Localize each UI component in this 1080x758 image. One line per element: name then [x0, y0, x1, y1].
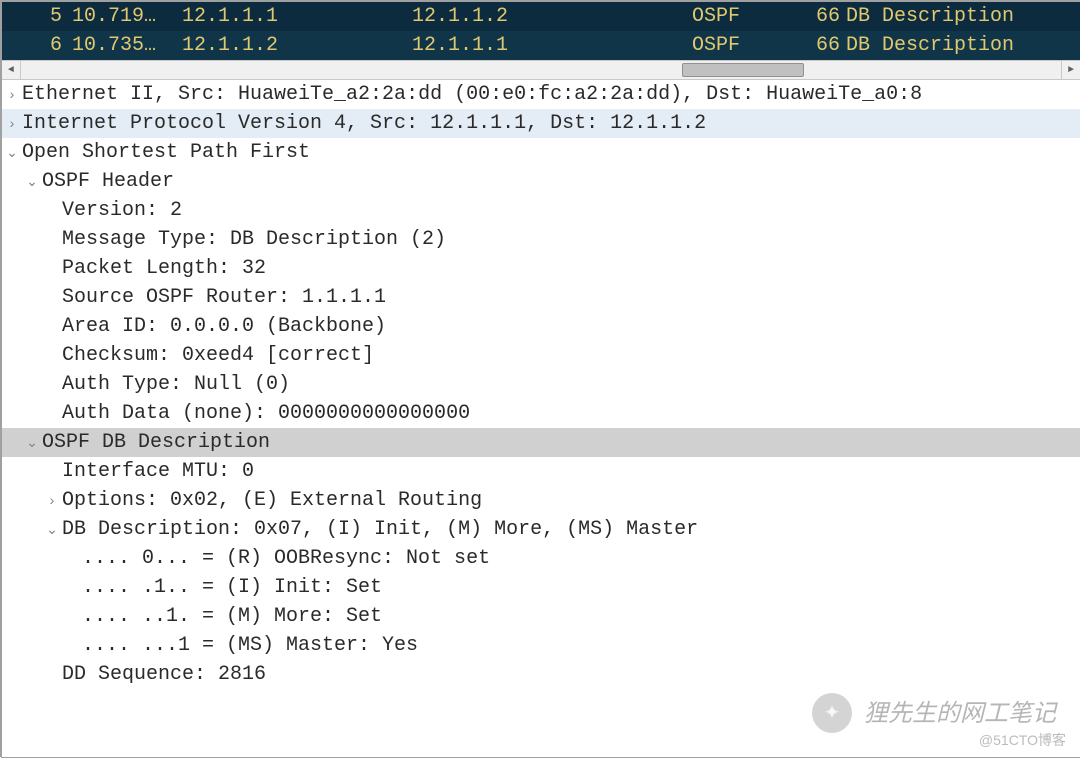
tree-row-ospf[interactable]: ⌄Open Shortest Path First — [2, 138, 1080, 167]
chevron-down-icon[interactable]: ⌄ — [2, 138, 22, 167]
tree-label: Ethernet II, Src: HuaweiTe_a2:2a:dd (00:… — [22, 80, 922, 109]
tree-label: Auth Type: Null (0) — [62, 370, 290, 399]
chevron-right-icon[interactable]: › — [2, 109, 22, 138]
tree-row-srcrouter[interactable]: Source OSPF Router: 1.1.1.1 — [2, 283, 1080, 312]
tree-row-bit-i[interactable]: .... .1.. = (I) Init: Set — [2, 573, 1080, 602]
tree-label: Version: 2 — [62, 196, 182, 225]
col-length: 66 — [796, 2, 846, 31]
tree-row-ospf-dbd[interactable]: ⌄OSPF DB Description — [2, 428, 1080, 457]
scroll-left-icon[interactable]: ◄ — [2, 61, 21, 79]
tree-row-msgtype[interactable]: Message Type: DB Description (2) — [2, 225, 1080, 254]
tree-label: OSPF Header — [42, 167, 174, 196]
packet-row[interactable]: 5 10.719… 12.1.1.1 12.1.1.2 OSPF 66 DB D… — [2, 2, 1080, 31]
tree-label: Message Type: DB Description (2) — [62, 225, 446, 254]
scrollbar-thumb[interactable] — [682, 63, 804, 77]
col-info: DB Description — [846, 2, 1066, 31]
tree-label: DB Description: 0x07, (I) Init, (M) More… — [62, 515, 698, 544]
col-dest: 12.1.1.2 — [412, 2, 692, 31]
tree-row-version[interactable]: Version: 2 — [2, 196, 1080, 225]
tree-row-bit-r[interactable]: .... 0... = (R) OOBResync: Not set — [2, 544, 1080, 573]
tree-row-ethernet[interactable]: ›Ethernet II, Src: HuaweiTe_a2:2a:dd (00… — [2, 80, 1080, 109]
col-source: 12.1.1.1 — [182, 2, 412, 31]
tree-row-ddseq[interactable]: DD Sequence: 2816 — [2, 660, 1080, 689]
wechat-icon: ✦ — [812, 693, 852, 733]
chevron-down-icon[interactable]: ⌄ — [22, 428, 42, 457]
tree-label: Interface MTU: 0 — [62, 457, 254, 486]
scroll-right-icon[interactable]: ► — [1061, 61, 1080, 79]
tree-row-bit-m[interactable]: .... ..1. = (M) More: Set — [2, 602, 1080, 631]
col-proto: OSPF — [692, 31, 796, 60]
tree-label: Source OSPF Router: 1.1.1.1 — [62, 283, 386, 312]
col-no: 5 — [16, 2, 72, 31]
chevron-right-icon[interactable]: › — [42, 486, 62, 515]
tree-label: Options: 0x02, (E) External Routing — [62, 486, 482, 515]
tree-label: Auth Data (none): 0000000000000000 — [62, 399, 470, 428]
tree-row-dbdesc[interactable]: ⌄DB Description: 0x07, (I) Init, (M) Mor… — [2, 515, 1080, 544]
col-time: 10.735… — [72, 31, 182, 60]
tree-label: Internet Protocol Version 4, Src: 12.1.1… — [22, 109, 706, 138]
tree-label: Open Shortest Path First — [22, 138, 310, 167]
tree-row-area[interactable]: Area ID: 0.0.0.0 (Backbone) — [2, 312, 1080, 341]
packet-list: 5 10.719… 12.1.1.1 12.1.1.2 OSPF 66 DB D… — [2, 2, 1080, 60]
tree-row-authtype[interactable]: Auth Type: Null (0) — [2, 370, 1080, 399]
tree-row-mtu[interactable]: Interface MTU: 0 — [2, 457, 1080, 486]
tree-row-pktlen[interactable]: Packet Length: 32 — [2, 254, 1080, 283]
credit-text: @51CTO博客 — [979, 726, 1066, 755]
col-time: 10.719… — [72, 2, 182, 31]
tree-label: Checksum: 0xeed4 [correct] — [62, 341, 374, 370]
tree-label: Area ID: 0.0.0.0 (Backbone) — [62, 312, 386, 341]
chevron-down-icon[interactable]: ⌄ — [22, 167, 42, 196]
col-source: 12.1.1.2 — [182, 31, 412, 60]
tree-row-bit-ms[interactable]: .... ...1 = (MS) Master: Yes — [2, 631, 1080, 660]
col-proto: OSPF — [692, 2, 796, 31]
tree-row-options[interactable]: ›Options: 0x02, (E) External Routing — [2, 486, 1080, 515]
tree-label: DD Sequence: 2816 — [62, 660, 266, 689]
tree-label: .... .1.. = (I) Init: Set — [82, 573, 382, 602]
chevron-down-icon[interactable]: ⌄ — [42, 515, 62, 544]
horizontal-scrollbar[interactable]: ◄ ► — [2, 60, 1080, 80]
col-length: 66 — [796, 31, 846, 60]
packet-row[interactable]: 6 10.735… 12.1.1.2 12.1.1.1 OSPF 66 DB D… — [2, 31, 1080, 60]
tree-label: OSPF DB Description — [42, 428, 270, 457]
tree-row-checksum[interactable]: Checksum: 0xeed4 [correct] — [2, 341, 1080, 370]
tree-row-authdata[interactable]: Auth Data (none): 0000000000000000 — [2, 399, 1080, 428]
tree-label: Packet Length: 32 — [62, 254, 266, 283]
tree-label: .... 0... = (R) OOBResync: Not set — [82, 544, 490, 573]
tree-row-ip[interactable]: ›Internet Protocol Version 4, Src: 12.1.… — [2, 109, 1080, 138]
tree-label: .... ..1. = (M) More: Set — [82, 602, 382, 631]
packet-detail-pane: ›Ethernet II, Src: HuaweiTe_a2:2a:dd (00… — [2, 80, 1080, 689]
tree-label: .... ...1 = (MS) Master: Yes — [82, 631, 418, 660]
tree-row-ospf-header[interactable]: ⌄OSPF Header — [2, 167, 1080, 196]
col-no: 6 — [16, 31, 72, 60]
col-info: DB Description — [846, 31, 1066, 60]
watermark-text: 狸先生的网工笔记 — [864, 699, 1056, 728]
col-dest: 12.1.1.1 — [412, 31, 692, 60]
